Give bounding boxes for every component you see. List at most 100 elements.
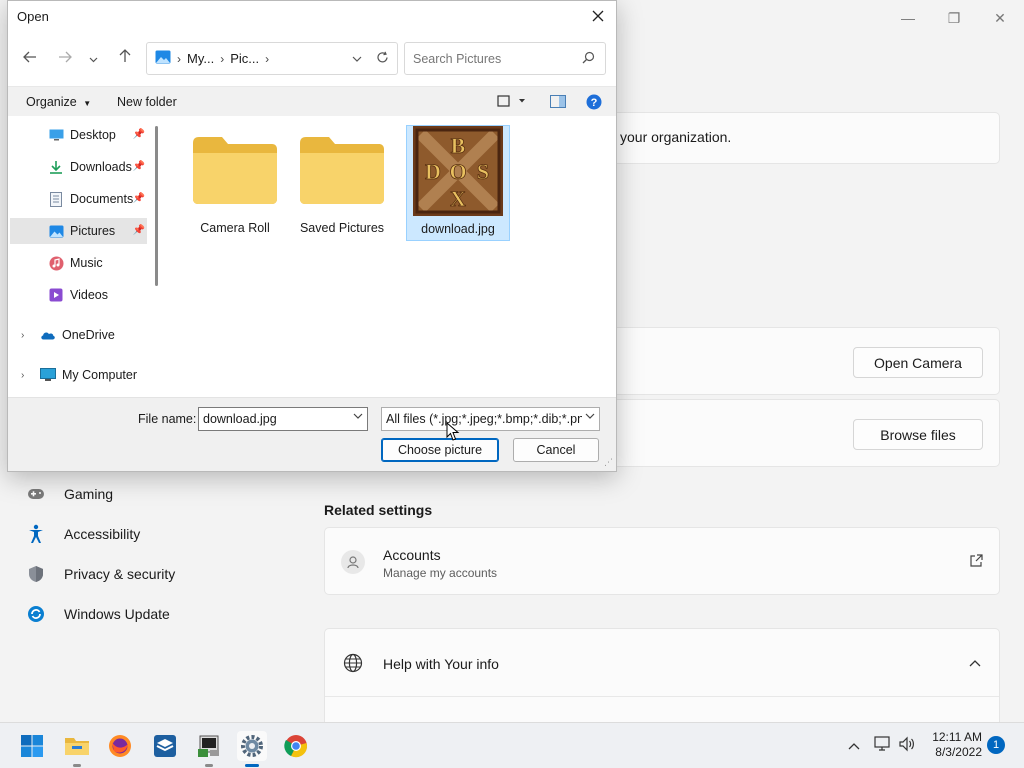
shield-icon [26, 564, 46, 584]
chevron-up-icon [969, 655, 981, 670]
virtualbox-icon[interactable] [150, 731, 180, 761]
running-indicator [205, 764, 213, 767]
network-icon[interactable] [873, 736, 891, 755]
arrow-right-icon [59, 51, 72, 63]
refresh-icon[interactable] [376, 51, 389, 67]
address-bar[interactable]: › My... › Pic... › [146, 42, 398, 75]
chevron-down-icon[interactable] [353, 412, 363, 423]
expand-chevron-icon[interactable]: › [21, 370, 24, 381]
file-name-value: download.jpg [203, 412, 277, 426]
open-dialog: Open › My... › Pic... › Search Pictures … [7, 0, 617, 472]
file-name: download.jpg [421, 222, 495, 236]
close-window-button[interactable]: ✕ [990, 8, 1010, 28]
document-icon [48, 191, 64, 207]
chrome-icon[interactable] [281, 731, 311, 761]
cloud-icon [40, 327, 56, 343]
tree-label: Downloads [70, 160, 132, 174]
recent-locations-button[interactable] [86, 49, 100, 69]
tree-scrollbar[interactable] [155, 126, 158, 286]
clock[interactable]: 12:11 AM 8/3/2022 [928, 730, 982, 760]
pictures-icon [48, 223, 64, 239]
active-indicator [245, 764, 259, 767]
windows-start-icon[interactable] [17, 731, 47, 761]
breadcrumb-separator: › [177, 51, 181, 66]
thumb-letter: S [477, 159, 489, 184]
file-name: Camera Roll [200, 221, 270, 235]
tree-item-my-computer[interactable]: › My Computer [10, 362, 147, 388]
gamepad-icon [26, 484, 46, 504]
tree-item-documents[interactable]: Documents 📌 [10, 186, 147, 212]
settings-icon[interactable] [237, 731, 267, 767]
svg-text:?: ? [591, 97, 598, 109]
notification-badge[interactable]: 1 [987, 736, 1005, 754]
help-button[interactable]: ? [586, 94, 602, 113]
folder-icon [190, 125, 280, 215]
terminal-app-icon[interactable] [194, 731, 224, 767]
dialog-title: Open [17, 9, 49, 24]
volume-icon[interactable] [898, 736, 916, 755]
resize-grip-icon[interactable]: ⋰ [604, 457, 613, 468]
choose-picture-button[interactable]: Choose picture [381, 438, 499, 462]
file-explorer-icon[interactable] [62, 731, 92, 767]
address-dropdown-icon[interactable] [352, 51, 362, 67]
minimize-button[interactable]: — [898, 8, 918, 28]
nav-privacy[interactable]: Privacy & security [26, 564, 175, 584]
view-options-button[interactable] [497, 94, 527, 111]
tree-item-music[interactable]: Music [10, 250, 147, 276]
forward-button[interactable] [54, 49, 76, 69]
nav-windows-update[interactable]: Windows Update [26, 604, 170, 624]
nav-gaming[interactable]: Gaming [26, 484, 113, 504]
help-icon: ? [586, 94, 602, 110]
arrow-left-icon [23, 51, 36, 63]
tree-item-onedrive[interactable]: › OneDrive [10, 322, 147, 348]
file-name-label: File name: [138, 412, 197, 426]
open-camera-button[interactable]: Open Camera [853, 347, 983, 378]
close-icon [592, 10, 604, 22]
tree-label: Documents [70, 192, 134, 206]
tree-item-desktop[interactable]: Desktop 📌 [10, 122, 147, 148]
organize-button[interactable]: Organize ▼ [26, 95, 91, 109]
breadcrumb-my-computer[interactable]: My... [187, 51, 214, 66]
external-link-icon [969, 554, 983, 571]
navigation-pane: Desktop 📌 Downloads 📌 Documents 📌 Pictur… [8, 117, 163, 397]
back-button[interactable] [19, 49, 41, 69]
expand-chevron-icon[interactable]: › [21, 330, 24, 341]
tree-item-downloads[interactable]: Downloads 📌 [10, 154, 147, 180]
pictures-icon [155, 50, 171, 67]
tree-label: My Computer [62, 368, 138, 382]
org-text: your organization. [620, 129, 732, 145]
chevron-down-icon [583, 412, 595, 423]
video-icon [48, 287, 64, 303]
related-settings-title: Related settings [324, 502, 433, 518]
show-hidden-icons-button[interactable] [848, 737, 860, 753]
caret-down-icon: ▼ [83, 99, 92, 108]
search-placeholder: Search Pictures [413, 51, 502, 66]
thumb-letter: B [451, 133, 466, 158]
help-header[interactable]: Help with Your info [325, 629, 999, 697]
file-item-camera-roll[interactable]: Camera Roll [182, 125, 288, 241]
file-type-select[interactable]: All files (*.jpg;*.jpeg;*.bmp;*.dib;*.pn… [381, 407, 600, 431]
restore-button[interactable]: ❐ [944, 8, 964, 28]
firefox-icon[interactable] [105, 731, 135, 761]
up-button[interactable] [114, 49, 136, 69]
accounts-card[interactable]: Accounts Manage my accounts [324, 527, 1000, 595]
update-icon [26, 604, 46, 624]
tree-item-pictures[interactable]: Pictures 📌 [10, 218, 147, 244]
dialog-close-button[interactable] [586, 5, 610, 27]
preview-pane-button[interactable] [550, 95, 566, 111]
preview-pane-icon [550, 95, 566, 108]
breadcrumb-pictures[interactable]: Pic... [230, 51, 259, 66]
file-item-saved-pictures[interactable]: Saved Pictures [289, 125, 395, 241]
accounts-subtitle: Manage my accounts [383, 566, 498, 580]
file-item-download-jpg[interactable]: B D O S X download.jpg [406, 125, 510, 241]
nav-accessibility[interactable]: Accessibility [26, 524, 140, 544]
file-name: Saved Pictures [299, 221, 385, 235]
cancel-button[interactable]: Cancel [513, 438, 599, 462]
new-folder-button[interactable]: New folder [117, 95, 177, 109]
file-name-input[interactable]: download.jpg [198, 407, 368, 431]
pin-icon: 📌 [132, 193, 145, 204]
browse-files-button[interactable]: Browse files [853, 419, 983, 450]
accounts-title: Accounts [383, 547, 441, 563]
search-input[interactable]: Search Pictures [404, 42, 606, 75]
tree-item-videos[interactable]: Videos [10, 282, 147, 308]
